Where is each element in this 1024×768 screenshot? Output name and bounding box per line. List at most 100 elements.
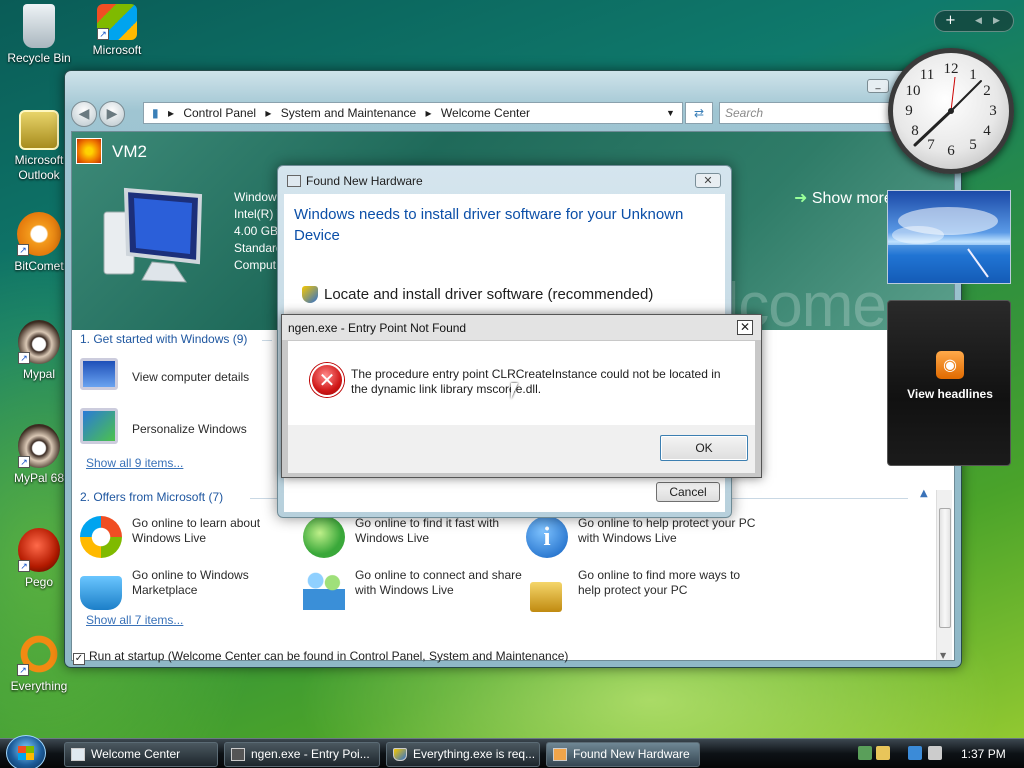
task-learn-windows-live[interactable]: Go online to learn about Windows Live <box>80 516 300 562</box>
desktop-icon-recycle-bin[interactable]: Recycle Bin <box>4 4 74 65</box>
shortcut-arrow-icon: ↗ <box>18 352 30 364</box>
feed-headlines-gadget[interactable]: ◉ View headlines <box>887 300 1011 466</box>
scroll-down-icon[interactable]: ▼ <box>940 651 946 660</box>
close-button[interactable]: ✕ <box>737 320 753 335</box>
breadcrumb-control-panel[interactable]: Control Panel <box>183 106 256 120</box>
section-get-started-title[interactable]: 1. Get started with Windows (9) <box>80 332 247 346</box>
raccoon-icon: ↗ <box>18 320 60 364</box>
task-view-computer-details[interactable]: View computer details <box>80 358 300 402</box>
refresh-button[interactable]: ⇄ <box>685 102 713 124</box>
locate-install-driver-option[interactable]: Locate and install driver software (reco… <box>324 286 653 303</box>
user-flower-icon <box>76 138 102 164</box>
error-icon: ✕ <box>310 363 344 397</box>
cancel-button[interactable]: Cancel <box>656 482 720 502</box>
hardware-wizard-icon <box>287 175 301 187</box>
section-divider <box>262 340 272 341</box>
task-windows-marketplace[interactable]: Go online to Windows Marketplace <box>80 568 300 614</box>
taskbar-button-label: Everything.exe is req... <box>413 747 536 761</box>
scrollbar-thumb[interactable] <box>939 508 951 628</box>
error-message: The procedure entry point CLRCreateInsta… <box>351 367 721 396</box>
search-globe-icon <box>303 516 345 558</box>
ok-button[interactable]: OK <box>660 435 748 461</box>
breadcrumb-welcome-center[interactable]: Welcome Center <box>441 106 530 120</box>
taskbar-button-everything[interactable]: Everything.exe is req... <box>386 742 540 767</box>
close-button[interactable]: ✕ <box>695 173 721 188</box>
view-headlines-label[interactable]: View headlines <box>888 387 1012 401</box>
taskbar-button-label: ngen.exe - Entry Poi... <box>251 747 370 761</box>
add-gadget-icon[interactable]: + <box>945 11 956 31</box>
outlook-icon <box>19 110 59 150</box>
run-at-startup-label: Run at startup (Welcome Center can be fo… <box>89 649 569 663</box>
sidebar-controls: + ◀ ▶ <box>934 10 1014 32</box>
task-personalize-windows[interactable]: Personalize Windows <box>80 408 300 452</box>
volume-muted-icon[interactable] <box>928 746 942 760</box>
show-all-7-items-link[interactable]: Show all 7 items... <box>86 613 183 627</box>
network-icon[interactable] <box>908 746 922 760</box>
forward-button[interactable]: ▶ <box>99 101 125 127</box>
window-icon <box>231 748 245 761</box>
task-label: Go online to find more ways to help prot… <box>578 568 741 597</box>
taskbar-button-found-new-hardware[interactable]: Found New Hardware <box>546 742 700 767</box>
desktop-icon-label: Everything <box>10 679 68 693</box>
control-panel-icon: ▮ <box>152 106 159 120</box>
run-at-startup[interactable]: ✓ Run at startup (Welcome Center can be f… <box>73 649 568 665</box>
desktop-icon-label: Recycle Bin <box>7 51 71 65</box>
start-button[interactable] <box>6 735 46 768</box>
taskbar-button-ngen[interactable]: ngen.exe - Entry Poi... <box>224 742 380 767</box>
show-all-9-items-link[interactable]: Show all 9 items... <box>86 456 183 470</box>
section-divider <box>732 498 908 499</box>
back-button[interactable]: ◀ <box>71 101 97 127</box>
shortcut-arrow-icon: ↗ <box>17 664 29 676</box>
section-offers-title[interactable]: 2. Offers from Microsoft (7) <box>80 490 223 504</box>
search-input[interactable]: Search <box>719 102 894 124</box>
breadcrumb-separator-icon: ▸ <box>265 106 272 120</box>
address-bar[interactable]: ▮ ▸ Control Panel ▸ System and Maintenan… <box>143 102 683 124</box>
slideshow-gadget[interactable] <box>887 190 1011 284</box>
clock-gadget[interactable]: 12 1 2 3 4 5 6 7 8 9 10 11 <box>888 48 1014 174</box>
computer-icon <box>103 187 203 283</box>
info-icon: i <box>526 516 568 558</box>
everything-search-icon: ↗ <box>17 632 61 676</box>
taskbar-button-label: Welcome Center <box>91 747 181 761</box>
hardware-wizard-icon <box>553 748 567 761</box>
safely-remove-hardware-icon[interactable] <box>858 746 872 760</box>
recycle-bin-icon <box>23 4 55 48</box>
padlock-icon <box>530 582 562 612</box>
navigation-bar: ◀ ▶ ▮ ▸ Control Panel ▸ System and Maint… <box>71 99 951 129</box>
system-clock[interactable]: 1:37 PM <box>961 747 1006 761</box>
taskbar-button-label: Found New Hardware <box>573 747 690 761</box>
breadcrumb-system-maintenance[interactable]: System and Maintenance <box>281 106 416 120</box>
run-at-startup-checkbox[interactable]: ✓ <box>73 653 85 665</box>
raccoon-icon: ↗ <box>18 424 60 468</box>
task-find-more-ways[interactable]: Go online to find more ways to help prot… <box>526 568 746 614</box>
desktop-icon-label: Microsoft <box>92 43 142 57</box>
dialog-titlebar: ngen.exe - Entry Point Not Found ✕ <box>282 315 761 340</box>
people-icon <box>303 568 345 610</box>
windows-logo-icon <box>18 746 34 760</box>
address-dropdown-icon[interactable]: ▼ <box>666 103 675 123</box>
next-gadget-icon[interactable]: ▶ <box>993 11 1000 31</box>
task-connect-share[interactable]: Go online to connect and share with Wind… <box>303 568 523 614</box>
arrow-right-icon: ➜ <box>794 190 808 207</box>
collapse-section-icon[interactable]: ▲ <box>920 488 928 499</box>
shield-icon <box>302 286 318 303</box>
shopping-basket-icon <box>80 576 122 610</box>
entry-point-error-dialog[interactable]: ngen.exe - Entry Point Not Found ✕ ✕ The… <box>281 314 762 478</box>
task-help-protect-live[interactable]: i Go online to help protect your PC with… <box>526 516 755 562</box>
vertical-scrollbar[interactable]: ▼ <box>936 490 952 660</box>
task-label: Go online to help protect your PC with W… <box>578 516 756 545</box>
computer-name: VM2 <box>112 142 147 161</box>
shortcut-arrow-icon: ↗ <box>17 244 29 256</box>
hardware-icon[interactable] <box>876 746 890 760</box>
minimize-button[interactable]: _ <box>867 79 889 93</box>
previous-gadget-icon[interactable]: ◀ <box>975 11 982 31</box>
clock-hands-icon <box>913 76 982 147</box>
taskbar: Welcome Center ngen.exe - Entry Poi... E… <box>0 735 1024 768</box>
dialog-body: ✕ The procedure entry point CLRCreateIns… <box>288 341 755 425</box>
rss-feed-icon: ◉ <box>936 351 964 379</box>
desktop-icon-microsoft[interactable]: ↗ Microsoft <box>82 4 152 57</box>
task-label: Go online to find it fast with Windows L… <box>355 516 500 545</box>
task-find-it-fast[interactable]: Go online to find it fast with Windows L… <box>303 516 523 562</box>
taskbar-button-welcome-center[interactable]: Welcome Center <box>64 742 218 767</box>
dialog-heading: Windows needs to install driver software… <box>294 206 684 244</box>
